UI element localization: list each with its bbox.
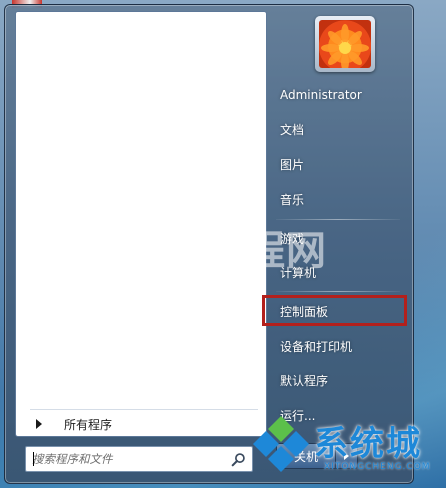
search-input[interactable] <box>32 448 228 470</box>
computer-label: 计算机 <box>280 265 317 280</box>
user-avatar[interactable] <box>315 16 375 72</box>
music-link[interactable]: 音乐 <box>274 186 304 212</box>
separator <box>276 219 400 220</box>
logo-url: XITONGCHENG.COM <box>324 462 431 472</box>
devices-printers-link[interactable]: 设备和打印机 <box>274 333 352 359</box>
logo-diamond-icon <box>253 416 309 472</box>
default-programs-label: 默认程序 <box>280 373 329 388</box>
separator <box>30 409 258 410</box>
all-programs-label: 所有程序 <box>64 417 113 432</box>
triangle-right-icon <box>36 419 42 429</box>
pictures-link[interactable]: 图片 <box>274 151 304 177</box>
devices-printers-label: 设备和打印机 <box>280 339 353 354</box>
text-cursor <box>33 452 34 466</box>
search-icon[interactable] <box>231 452 246 467</box>
separator <box>276 291 400 292</box>
user-name-link[interactable]: Administrator <box>274 82 362 108</box>
computer-link[interactable]: 计算机 <box>274 259 316 285</box>
all-programs-button[interactable]: 所有程序 <box>22 414 260 434</box>
site-logo: 系统城 XITONGCHENG.COM <box>252 412 446 488</box>
games-link[interactable]: 游戏 <box>274 225 304 251</box>
programs-pane: 所有程序 <box>15 11 267 437</box>
highlight-box <box>262 295 407 326</box>
user-name-label: Administrator <box>280 88 362 102</box>
music-label: 音乐 <box>280 192 305 207</box>
logo-text: 系统城 <box>314 424 422 464</box>
search-box[interactable] <box>25 446 253 472</box>
pictures-label: 图片 <box>280 157 305 172</box>
documents-label: 文档 <box>280 122 305 137</box>
documents-link[interactable]: 文档 <box>274 116 304 142</box>
games-label: 游戏 <box>280 231 305 246</box>
flower-picture <box>319 20 371 68</box>
default-programs-link[interactable]: 默认程序 <box>274 367 328 393</box>
